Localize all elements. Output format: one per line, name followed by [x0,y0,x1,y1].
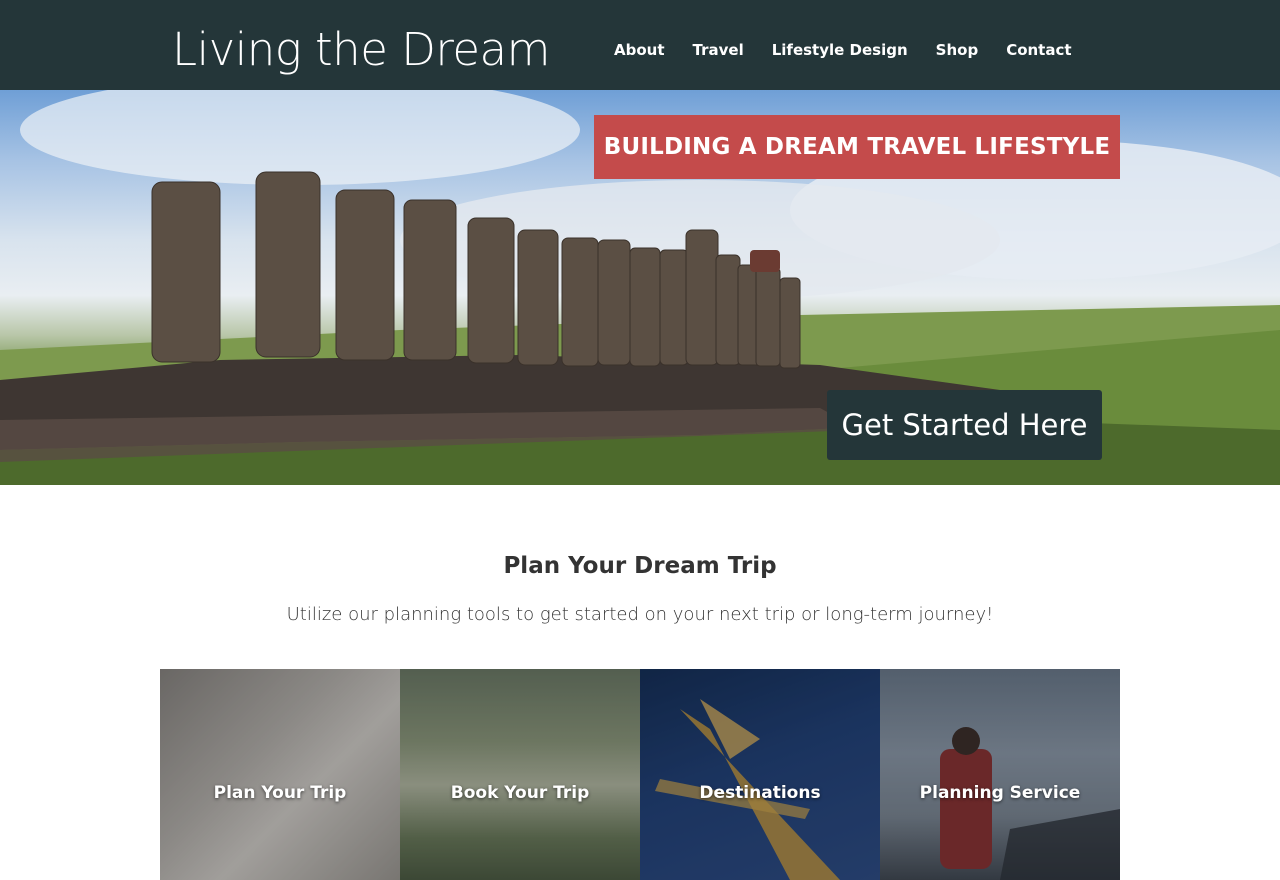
nav-item-travel[interactable]: Travel [679,38,758,62]
nav-item-shop[interactable]: Shop [922,38,993,62]
section-subtitle: Utilize our planning tools to get starte… [286,604,994,625]
card-label: Planning Service [919,783,1081,803]
card-planning-service[interactable]: Planning Service [880,669,1120,880]
nav-item-contact[interactable]: Contact [992,38,1085,62]
site-header: Living the Dream About Travel Lifestyle … [0,0,1280,90]
card-plan-your-trip[interactable]: Plan Your Trip [160,669,400,880]
card-destinations[interactable]: Destinations [640,669,880,880]
main-nav: About Travel Lifestyle Design Shop Conta… [600,38,1086,62]
card-book-your-trip[interactable]: Book Your Trip [400,669,640,880]
planning-cards: Plan Your Trip Book Your Trip Destinatio… [160,669,1120,880]
hero-section: BUILDING A DREAM TRAVEL LIFESTYLE Get St… [0,90,1280,485]
section-title: Plan Your Dream Trip [503,553,777,579]
nav-item-about[interactable]: About [600,38,679,62]
card-label: Book Your Trip [450,783,590,803]
site-logo[interactable]: Living the Dream [172,22,550,78]
nav-item-lifestyle-design[interactable]: Lifestyle Design [758,38,922,62]
card-label: Plan Your Trip [213,783,347,803]
get-started-button[interactable]: Get Started Here [827,390,1102,460]
card-label: Destinations [699,783,821,803]
hero-banner-title: BUILDING A DREAM TRAVEL LIFESTYLE [594,115,1120,179]
